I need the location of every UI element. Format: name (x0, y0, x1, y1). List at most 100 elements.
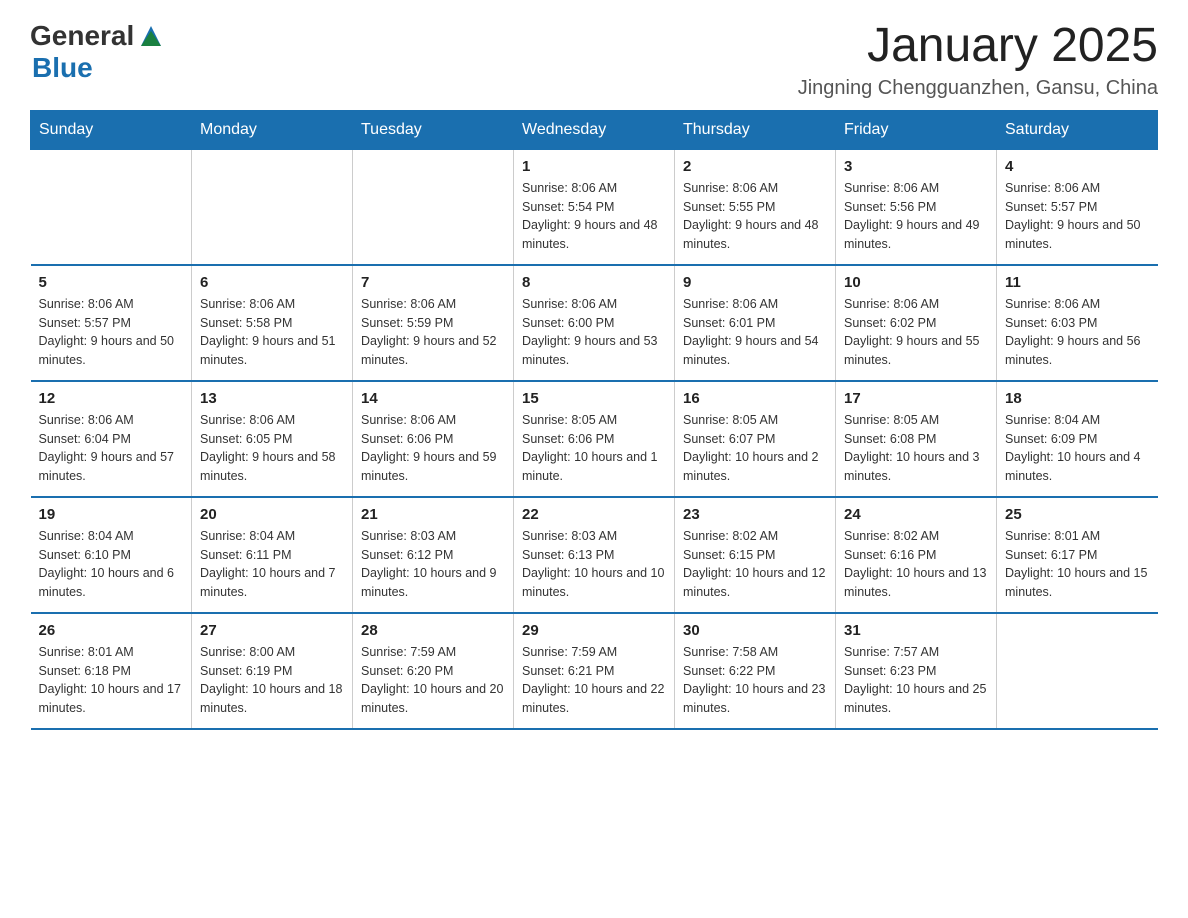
day-number: 5 (39, 274, 184, 291)
calendar-cell: 17 Sunrise: 8:05 AM Sunset: 6:08 PM Dayli… (836, 381, 997, 497)
day-number: 26 (39, 622, 184, 639)
calendar-cell: 30 Sunrise: 7:58 AM Sunset: 6:22 PM Dayli… (675, 613, 836, 729)
calendar-cell (31, 149, 192, 265)
calendar-cell: 16Sunrise: 8:05 AM Sunset: 6:07 PM Dayli… (675, 381, 836, 497)
calendar-header-wednesday: Wednesday (514, 110, 675, 149)
calendar-week-row: 1Sunrise: 8:06 AM Sunset: 5:54 PM Daylig… (31, 149, 1158, 265)
day-number: 16 (683, 390, 827, 407)
calendar-week-row: 5Sunrise: 8:06 AM Sunset: 5:57 PM Daylig… (31, 265, 1158, 381)
month-title: January 2025 (798, 20, 1158, 73)
day-number: 29 (522, 622, 666, 639)
calendar-cell: 6 Sunrise: 8:06 AM Sunset: 5:58 PM Daylig… (192, 265, 353, 381)
calendar-cell (353, 149, 514, 265)
calendar-cell: 7Sunrise: 8:06 AM Sunset: 5:59 PM Daylig… (353, 265, 514, 381)
day-info: Sunrise: 8:06 AM Sunset: 6:06 PM Dayligh… (361, 411, 505, 486)
day-number: 8 (522, 274, 666, 291)
calendar-cell: 29 Sunrise: 7:59 AM Sunset: 6:21 PM Dayli… (514, 613, 675, 729)
day-number: 14 (361, 390, 505, 407)
calendar-header-monday: Monday (192, 110, 353, 149)
calendar-cell: 15 Sunrise: 8:05 AM Sunset: 6:06 PM Dayli… (514, 381, 675, 497)
title-block: January 2025 Jingning Chengguanzhen, Gan… (798, 20, 1158, 100)
day-info: Sunrise: 7:59 AM Sunset: 6:20 PM Dayligh… (361, 643, 505, 718)
day-number: 12 (39, 390, 184, 407)
calendar-cell: 8 Sunrise: 8:06 AM Sunset: 6:00 PM Daylig… (514, 265, 675, 381)
day-number: 30 (683, 622, 827, 639)
calendar-cell: 10Sunrise: 8:06 AM Sunset: 6:02 PM Dayli… (836, 265, 997, 381)
day-number: 7 (361, 274, 505, 291)
calendar-cell: 3 Sunrise: 8:06 AM Sunset: 5:56 PM Daylig… (836, 149, 997, 265)
day-info: Sunrise: 8:06 AM Sunset: 6:03 PM Dayligh… (1005, 295, 1150, 370)
day-info: Sunrise: 8:06 AM Sunset: 5:58 PM Dayligh… (200, 295, 344, 370)
day-number: 13 (200, 390, 344, 407)
calendar-cell: 27 Sunrise: 8:00 AM Sunset: 6:19 PM Dayli… (192, 613, 353, 729)
logo-blue-text: Blue (32, 52, 93, 84)
calendar-header-thursday: Thursday (675, 110, 836, 149)
day-info: Sunrise: 8:06 AM Sunset: 5:56 PM Dayligh… (844, 179, 988, 254)
day-info: Sunrise: 8:03 AM Sunset: 6:13 PM Dayligh… (522, 527, 666, 602)
calendar-cell: 12 Sunrise: 8:06 AM Sunset: 6:04 PM Dayli… (31, 381, 192, 497)
day-number: 15 (522, 390, 666, 407)
day-info: Sunrise: 7:59 AM Sunset: 6:21 PM Dayligh… (522, 643, 666, 718)
calendar-cell: 25 Sunrise: 8:01 AM Sunset: 6:17 PM Dayli… (997, 497, 1158, 613)
calendar-header-saturday: Saturday (997, 110, 1158, 149)
day-number: 19 (39, 506, 184, 523)
calendar-table: SundayMondayTuesdayWednesdayThursdayFrid… (30, 110, 1158, 730)
day-number: 4 (1005, 158, 1150, 175)
day-info: Sunrise: 8:06 AM Sunset: 6:01 PM Dayligh… (683, 295, 827, 370)
day-number: 18 (1005, 390, 1150, 407)
day-number: 11 (1005, 274, 1150, 291)
calendar-week-row: 12 Sunrise: 8:06 AM Sunset: 6:04 PM Dayli… (31, 381, 1158, 497)
day-info: Sunrise: 8:01 AM Sunset: 6:18 PM Dayligh… (39, 643, 184, 718)
day-info: Sunrise: 8:02 AM Sunset: 6:16 PM Dayligh… (844, 527, 988, 602)
day-number: 17 (844, 390, 988, 407)
calendar-cell: 13 Sunrise: 8:06 AM Sunset: 6:05 PM Dayli… (192, 381, 353, 497)
day-number: 28 (361, 622, 505, 639)
calendar-cell: 22 Sunrise: 8:03 AM Sunset: 6:13 PM Dayli… (514, 497, 675, 613)
calendar-cell: 26 Sunrise: 8:01 AM Sunset: 6:18 PM Dayli… (31, 613, 192, 729)
day-info: Sunrise: 8:06 AM Sunset: 5:54 PM Dayligh… (522, 179, 666, 254)
day-number: 22 (522, 506, 666, 523)
day-info: Sunrise: 8:05 AM Sunset: 6:08 PM Dayligh… (844, 411, 988, 486)
day-info: Sunrise: 8:06 AM Sunset: 6:05 PM Dayligh… (200, 411, 344, 486)
day-info: Sunrise: 7:58 AM Sunset: 6:22 PM Dayligh… (683, 643, 827, 718)
day-info: Sunrise: 8:06 AM Sunset: 6:04 PM Dayligh… (39, 411, 184, 486)
calendar-cell: 21 Sunrise: 8:03 AM Sunset: 6:12 PM Dayli… (353, 497, 514, 613)
calendar-week-row: 19Sunrise: 8:04 AM Sunset: 6:10 PM Dayli… (31, 497, 1158, 613)
calendar-header-row: SundayMondayTuesdayWednesdayThursdayFrid… (31, 110, 1158, 149)
day-number: 3 (844, 158, 988, 175)
day-number: 20 (200, 506, 344, 523)
calendar-cell: 14 Sunrise: 8:06 AM Sunset: 6:06 PM Dayli… (353, 381, 514, 497)
day-info: Sunrise: 7:57 AM Sunset: 6:23 PM Dayligh… (844, 643, 988, 718)
day-info: Sunrise: 8:02 AM Sunset: 6:15 PM Dayligh… (683, 527, 827, 602)
day-info: Sunrise: 8:04 AM Sunset: 6:09 PM Dayligh… (1005, 411, 1150, 486)
day-info: Sunrise: 8:03 AM Sunset: 6:12 PM Dayligh… (361, 527, 505, 602)
day-number: 2 (683, 158, 827, 175)
day-info: Sunrise: 8:05 AM Sunset: 6:06 PM Dayligh… (522, 411, 666, 486)
day-number: 27 (200, 622, 344, 639)
day-number: 25 (1005, 506, 1150, 523)
calendar-cell: 28 Sunrise: 7:59 AM Sunset: 6:20 PM Dayli… (353, 613, 514, 729)
logo-icon (136, 21, 166, 51)
day-info: Sunrise: 8:06 AM Sunset: 5:57 PM Dayligh… (1005, 179, 1150, 254)
calendar-cell: 31 Sunrise: 7:57 AM Sunset: 6:23 PM Dayli… (836, 613, 997, 729)
day-number: 10 (844, 274, 988, 291)
calendar-cell: 2Sunrise: 8:06 AM Sunset: 5:55 PM Daylig… (675, 149, 836, 265)
day-info: Sunrise: 8:00 AM Sunset: 6:19 PM Dayligh… (200, 643, 344, 718)
calendar-cell (997, 613, 1158, 729)
day-info: Sunrise: 8:01 AM Sunset: 6:17 PM Dayligh… (1005, 527, 1150, 602)
calendar-header-sunday: Sunday (31, 110, 192, 149)
calendar-cell: 5Sunrise: 8:06 AM Sunset: 5:57 PM Daylig… (31, 265, 192, 381)
calendar-header-friday: Friday (836, 110, 997, 149)
location-subtitle: Jingning Chengguanzhen, Gansu, China (798, 77, 1158, 100)
calendar-cell: 20Sunrise: 8:04 AM Sunset: 6:11 PM Dayli… (192, 497, 353, 613)
day-number: 23 (683, 506, 827, 523)
day-info: Sunrise: 8:06 AM Sunset: 6:00 PM Dayligh… (522, 295, 666, 370)
day-number: 6 (200, 274, 344, 291)
calendar-cell: 23 Sunrise: 8:02 AM Sunset: 6:15 PM Dayli… (675, 497, 836, 613)
calendar-header-tuesday: Tuesday (353, 110, 514, 149)
day-number: 31 (844, 622, 988, 639)
logo-general-text: General (30, 20, 134, 52)
day-number: 21 (361, 506, 505, 523)
calendar-cell: 11 Sunrise: 8:06 AM Sunset: 6:03 PM Dayli… (997, 265, 1158, 381)
calendar-cell (192, 149, 353, 265)
